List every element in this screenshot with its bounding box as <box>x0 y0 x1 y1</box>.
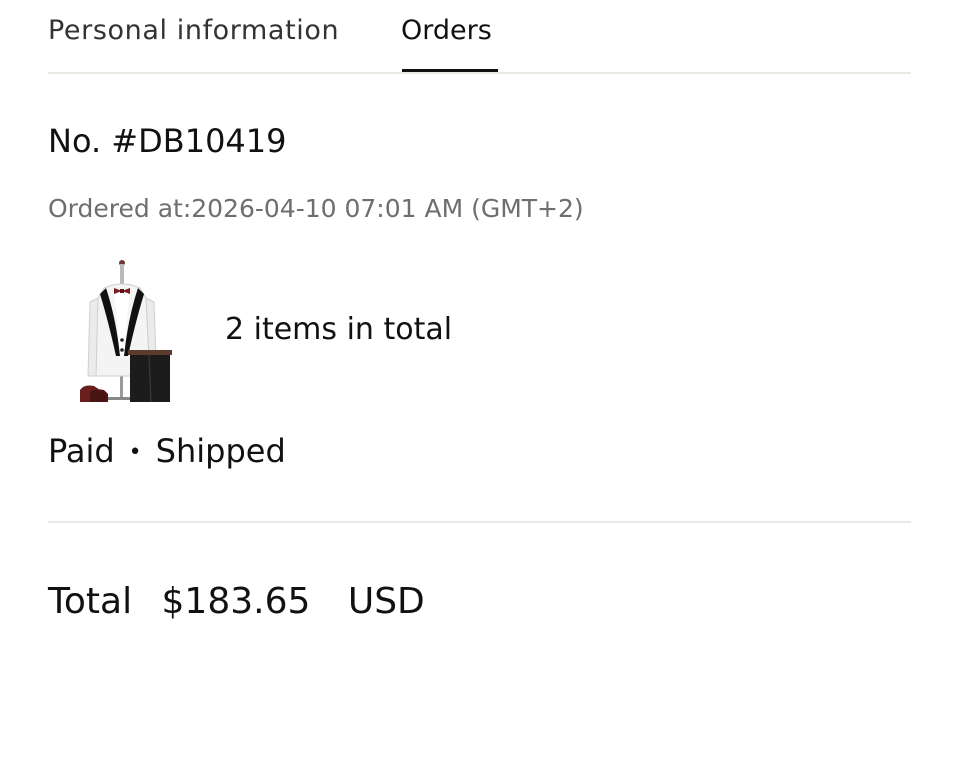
order-total: Total $183.65 USD <box>48 578 425 626</box>
total-label: Total <box>48 581 133 622</box>
items-count: 2 items in total <box>225 312 453 347</box>
account-tabs: Personal information Orders <box>48 0 911 74</box>
order-status: Paid • Shipped <box>48 430 286 474</box>
total-currency: USD <box>347 581 425 622</box>
shipping-status: Shipped <box>155 432 286 470</box>
tab-orders[interactable]: Orders <box>401 14 492 48</box>
tab-personal-information[interactable]: Personal information <box>48 14 339 48</box>
order-date: Ordered at:2026-04-10 07:01 AM (GMT+2) <box>48 194 584 223</box>
tuxedo-suit-image[interactable] <box>78 258 174 402</box>
total-amount: $183.65 <box>161 581 311 622</box>
tabs-divider <box>48 72 911 74</box>
order-number: No. #DB10419 <box>48 122 287 160</box>
order-divider <box>48 521 911 523</box>
payment-status: Paid <box>48 432 115 470</box>
status-separator: • <box>128 440 142 465</box>
